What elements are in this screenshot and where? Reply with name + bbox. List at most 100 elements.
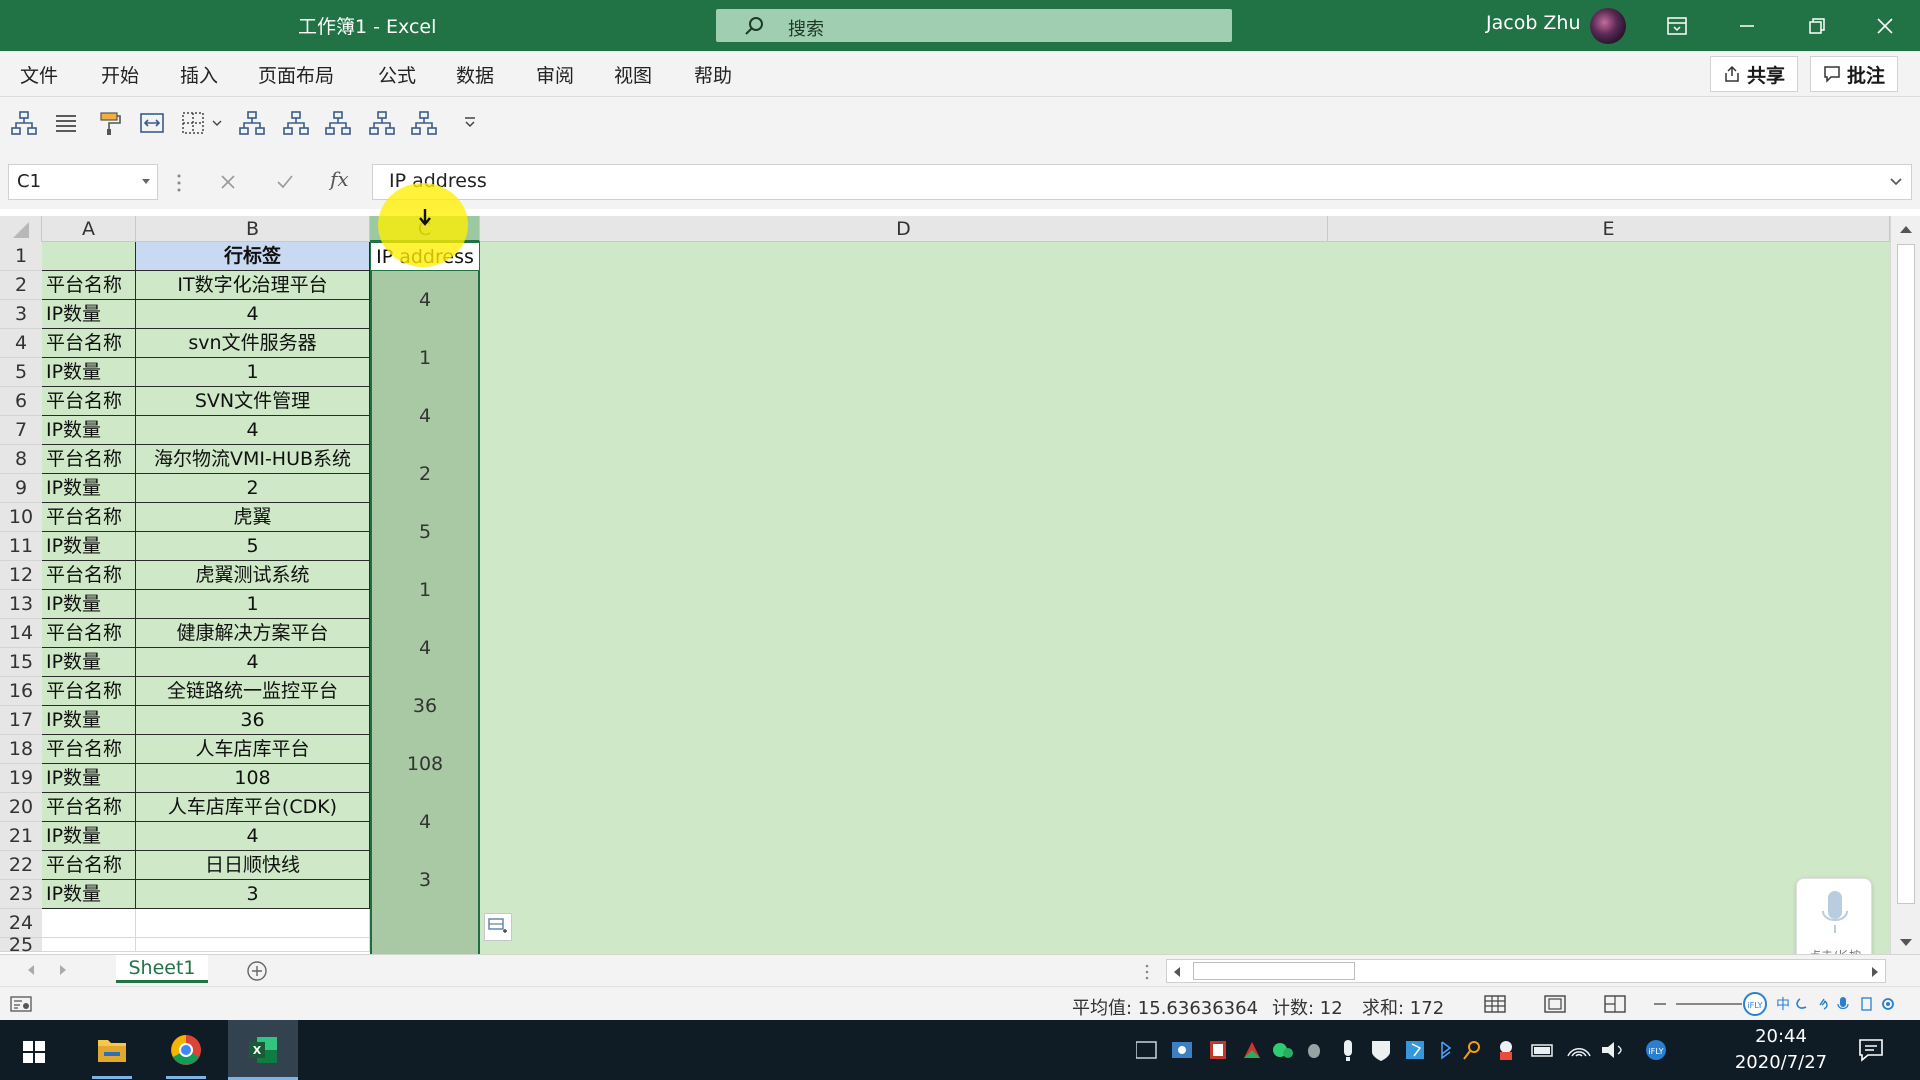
ribbon-display-button[interactable] [1642, 0, 1712, 51]
zoom-slider[interactable] [1676, 1003, 1742, 1005]
normal-view-icon[interactable] [1484, 995, 1506, 1013]
cell-b[interactable]: 4 [136, 416, 370, 445]
row-header[interactable]: 6 [0, 387, 42, 416]
row-header[interactable]: 19 [0, 764, 42, 793]
scroll-up-icon[interactable] [1899, 224, 1913, 234]
cell-b[interactable]: 虎翼 [136, 503, 370, 532]
row-header[interactable]: 11 [0, 532, 42, 561]
cell-a[interactable]: 平台名称 [42, 677, 136, 706]
formula-input[interactable]: IP address [372, 164, 1912, 200]
cell-a[interactable]: 平台名称 [42, 735, 136, 764]
cell-a[interactable]: IP数量 [42, 416, 136, 445]
cell-b[interactable]: 4 [136, 648, 370, 677]
cell-a[interactable]: IP数量 [42, 358, 136, 387]
menu-home[interactable]: 开始 [101, 61, 139, 88]
org-chart-icon-4[interactable] [324, 109, 352, 137]
format-painter-icon[interactable] [96, 109, 124, 137]
menu-review[interactable]: 审阅 [536, 61, 574, 88]
cell-b[interactable]: 人车店库平台 [136, 735, 370, 764]
cell-a[interactable]: 平台名称 [42, 445, 136, 474]
customize-toolbar-icon[interactable] [456, 109, 484, 137]
tray-icons[interactable]: iFLY [1136, 1038, 1696, 1064]
macro-record-icon[interactable] [10, 996, 32, 1012]
menu-data[interactable]: 数据 [456, 61, 494, 88]
cell-a[interactable]: 平台名称 [42, 793, 136, 822]
ime-toolbar-icon[interactable]: 中 [1774, 995, 1914, 1013]
status-average[interactable]: 平均值: 15.63636364 [1072, 994, 1258, 1020]
row-header[interactable]: 18 [0, 735, 42, 764]
menu-insert[interactable]: 插入 [180, 61, 218, 88]
quick-analysis-button[interactable] [484, 913, 512, 941]
windows-start-icon[interactable] [22, 1040, 46, 1064]
cell-a[interactable]: 平台名称 [42, 271, 136, 300]
row-header[interactable]: 16 [0, 677, 42, 706]
enter-icon[interactable] [276, 174, 294, 190]
file-explorer-icon[interactable] [96, 1034, 128, 1064]
cell-a[interactable]: IP数量 [42, 880, 136, 909]
org-chart-icon-5[interactable] [368, 109, 396, 137]
add-sheet-icon[interactable] [246, 960, 268, 982]
taskbar-excel-button[interactable]: X [228, 1020, 298, 1080]
org-chart-icon[interactable] [10, 109, 38, 137]
cell-b[interactable]: 海尔物流VMI-HUB系统 [136, 445, 370, 474]
worksheet-grid[interactable]: A B C D E 123456789101112131415161718192… [0, 183, 1920, 970]
cell-a[interactable] [42, 938, 136, 952]
row-header[interactable]: 9 [0, 474, 42, 503]
row-header[interactable]: 4 [0, 329, 42, 358]
cell-a[interactable]: IP数量 [42, 532, 136, 561]
cell-a[interactable]: 平台名称 [42, 851, 136, 880]
row-header[interactable]: 20 [0, 793, 42, 822]
row-header[interactable]: 12 [0, 561, 42, 590]
name-box[interactable]: C1 [8, 164, 158, 200]
cell-a[interactable] [42, 242, 136, 271]
row-header[interactable]: 22 [0, 851, 42, 880]
cell-a[interactable]: 平台名称 [42, 387, 136, 416]
row-header[interactable]: 13 [0, 590, 42, 619]
cell-b[interactable]: 108 [136, 764, 370, 793]
cell-b[interactable]: svn文件服务器 [136, 329, 370, 358]
cell-a[interactable]: 平台名称 [42, 503, 136, 532]
row-header[interactable]: 10 [0, 503, 42, 532]
page-break-view-icon[interactable] [1604, 995, 1626, 1013]
cell-b[interactable]: 1 [136, 358, 370, 387]
scroll-right-icon[interactable] [1871, 966, 1879, 978]
menu-help[interactable]: 帮助 [694, 61, 732, 88]
row-header[interactable]: 21 [0, 822, 42, 851]
row-header[interactable]: 15 [0, 648, 42, 677]
taskbar-clock[interactable]: 20:44 2020/7/27 [1726, 1024, 1836, 1076]
search-box[interactable]: 搜索 [716, 9, 1232, 42]
cell-b[interactable]: 1 [136, 590, 370, 619]
cell-b[interactable]: 全链路统一监控平台 [136, 677, 370, 706]
menu-file[interactable]: 文件 [20, 61, 58, 88]
cell-b[interactable]: 虎翼测试系统 [136, 561, 370, 590]
avatar[interactable] [1590, 8, 1626, 44]
vertical-scrollbar[interactable] [1890, 216, 1920, 954]
select-all-corner[interactable] [0, 216, 42, 242]
cell-b[interactable]: 4 [136, 822, 370, 851]
row-header[interactable]: 7 [0, 416, 42, 445]
horizontal-scrollbar[interactable] [1166, 959, 1886, 983]
cancel-icon[interactable] [220, 174, 236, 190]
cell-a[interactable]: 平台名称 [42, 619, 136, 648]
notification-center-icon[interactable] [1858, 1038, 1884, 1062]
column-header-d[interactable]: D [480, 216, 1328, 242]
org-chart-icon-2[interactable] [238, 109, 266, 137]
cell-b[interactable]: SVN文件管理 [136, 387, 370, 416]
row-header[interactable]: 23 [0, 880, 42, 909]
zoom-out-icon[interactable] [1654, 1002, 1666, 1006]
restore-button[interactable] [1782, 0, 1852, 51]
status-sum[interactable]: 求和: 172 [1362, 994, 1444, 1020]
column-header-e[interactable]: E [1328, 216, 1890, 242]
cell-a[interactable]: 平台名称 [42, 561, 136, 590]
org-chart-icon-6[interactable] [410, 109, 438, 137]
cell-a[interactable] [42, 909, 136, 938]
cell-a[interactable]: IP数量 [42, 764, 136, 793]
prev-sheet-icon[interactable] [26, 964, 36, 976]
cell-a[interactable]: 平台名称 [42, 329, 136, 358]
expand-formula-icon[interactable] [1889, 177, 1903, 187]
chrome-icon[interactable] [170, 1034, 202, 1066]
next-sheet-icon[interactable] [58, 964, 68, 976]
comments-button[interactable]: 批注 [1810, 56, 1899, 92]
column-header-b[interactable]: B [136, 216, 370, 242]
close-button[interactable] [1850, 0, 1920, 51]
